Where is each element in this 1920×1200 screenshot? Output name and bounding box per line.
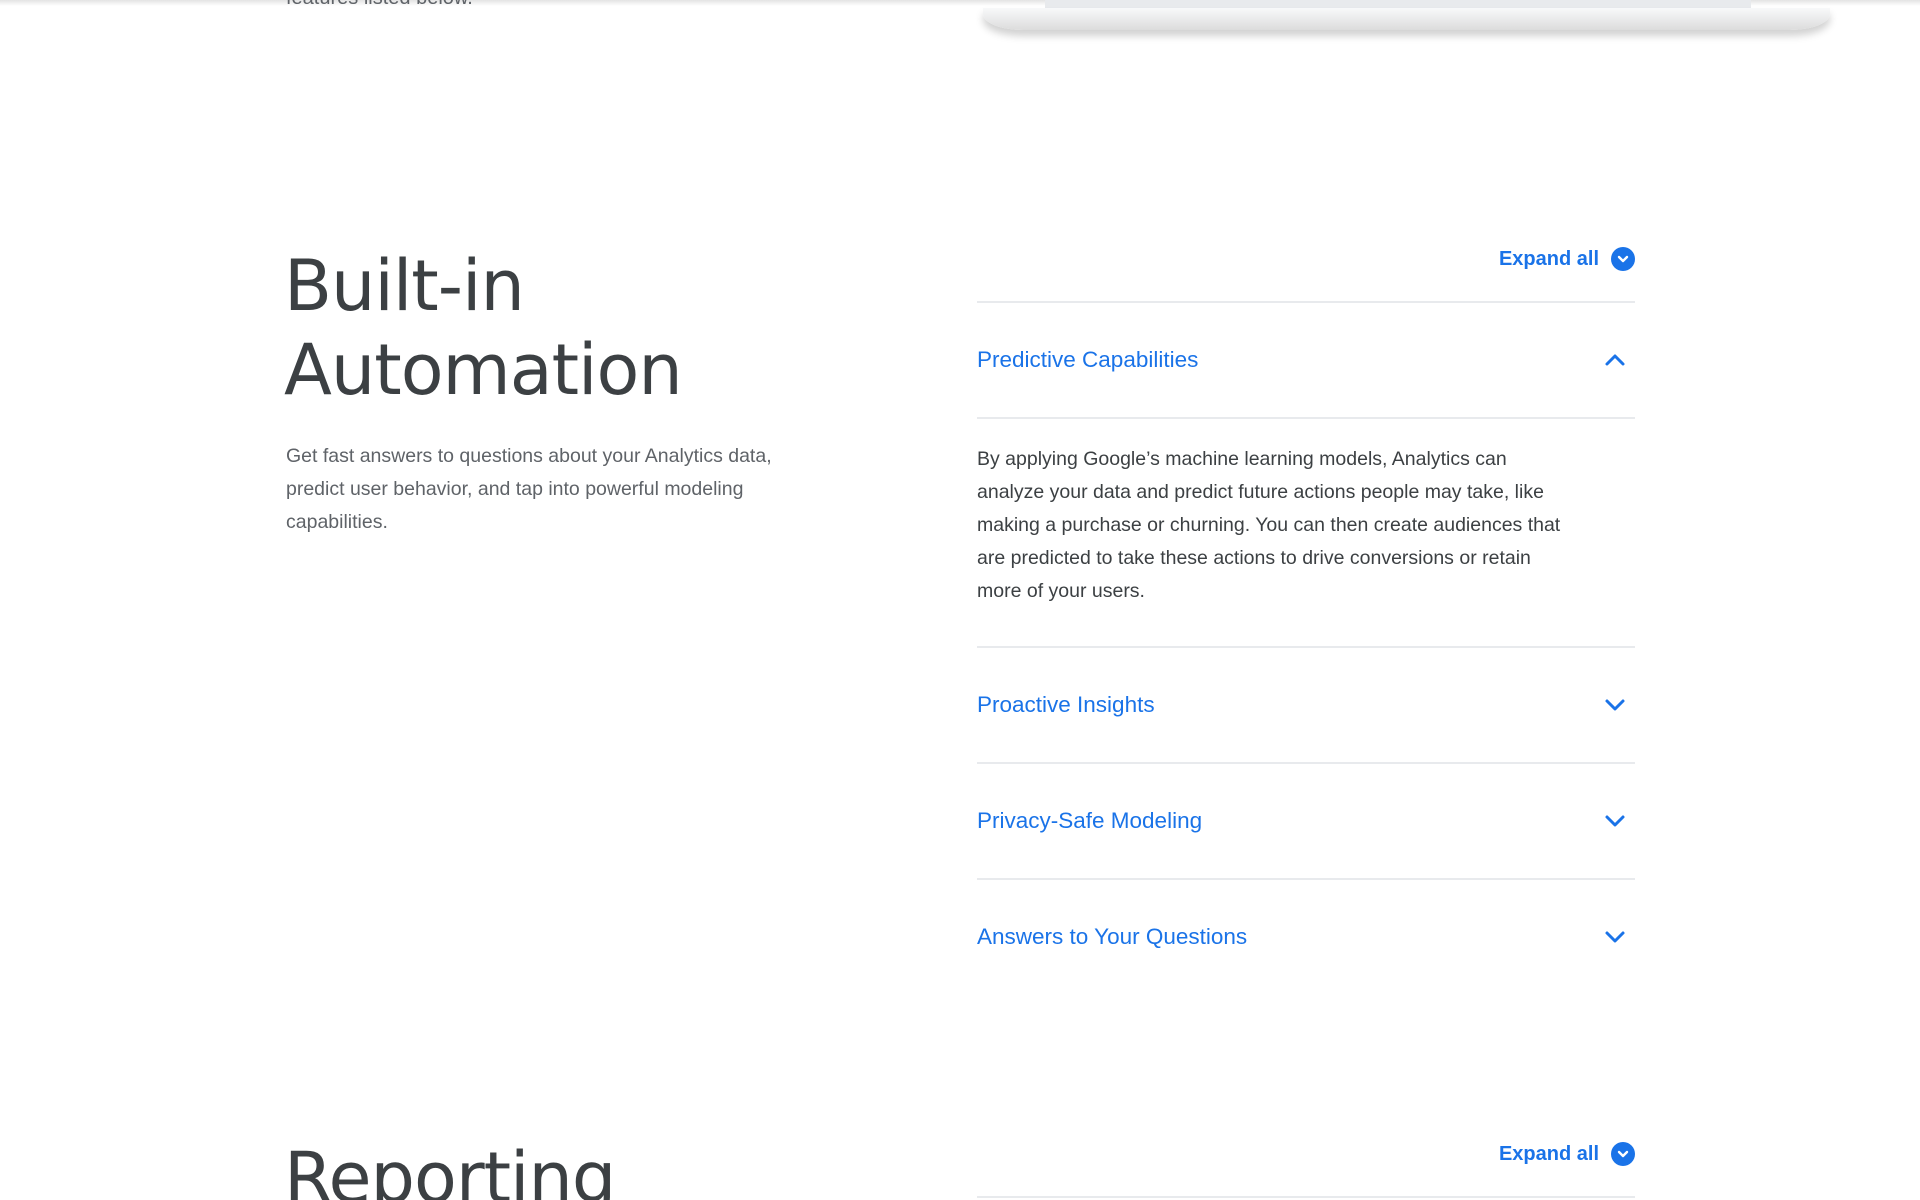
page: features listed below. Built-in Automati… <box>0 0 1920 1200</box>
accordion-item-title: Privacy-Safe Modeling <box>977 808 1203 833</box>
chevron-down-icon[interactable] <box>1601 807 1629 835</box>
section-title-line-2: Automation <box>284 329 683 411</box>
next-section-title: Reporting <box>284 1137 616 1200</box>
laptop-base-image <box>983 8 1830 30</box>
chevron-down-circle-icon <box>1611 247 1635 271</box>
expand-all-label: Expand all <box>1498 247 1599 270</box>
accordion-item-predictive-capabilities[interactable]: Predictive Capabilities <box>977 303 1635 417</box>
accordion-divider <box>977 1196 1635 1198</box>
feature-accordion: Predictive Capabilities By applying Goog… <box>977 301 1635 994</box>
chevron-down-icon[interactable] <box>1601 691 1629 719</box>
accordion-item-body: By applying Google’s machine learning mo… <box>977 448 1561 602</box>
chevron-down-icon[interactable] <box>1601 923 1629 951</box>
accordion-item-title: Predictive Capabilities <box>977 347 1199 372</box>
section-description: Get fast answers to questions about your… <box>286 445 772 533</box>
previous-section-text: features listed below. <box>286 0 473 10</box>
section-title-line-1: Built-in <box>284 245 525 327</box>
expand-all-label: Expand all <box>1498 1142 1599 1165</box>
expand-all-button[interactable]: Expand all <box>1499 247 1635 271</box>
expand-all-button[interactable]: Expand all <box>1499 1142 1635 1166</box>
accordion-item-privacy-safe-modeling[interactable]: Privacy-Safe Modeling <box>977 764 1635 878</box>
accordion-item-title: Proactive Insights <box>977 692 1155 717</box>
accordion-item-answers-to-your-questions[interactable]: Answers to Your Questions <box>977 880 1635 994</box>
accordion-item-proactive-insights[interactable]: Proactive Insights <box>977 648 1635 762</box>
accordion-item-title: Answers to Your Questions <box>977 924 1248 949</box>
section-title: Built-in Automation <box>284 244 884 412</box>
chevron-down-circle-icon <box>1611 1142 1635 1166</box>
chevron-up-icon[interactable] <box>1601 346 1629 374</box>
